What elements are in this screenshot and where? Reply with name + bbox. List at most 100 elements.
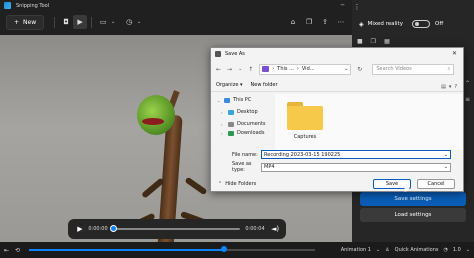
save-type-select[interactable]: MP4 ⌄: [261, 162, 451, 172]
plant-head: [137, 95, 175, 135]
close-icon[interactable]: ✕: [452, 50, 457, 57]
tree-item-downloads[interactable]: › Downloads: [211, 130, 275, 136]
snip-mode-icon[interactable]: ▭: [96, 15, 110, 29]
animation-label[interactable]: Animation 1: [341, 247, 371, 253]
skip-back-icon[interactable]: ⇤: [4, 247, 9, 254]
downloads-icon: [228, 130, 234, 136]
toolbar-right: ⌂ ❐ ⇪ ⋯: [286, 15, 348, 29]
search-placeholder: Search Videos: [376, 66, 412, 72]
computer-icon: [224, 97, 230, 103]
help-icon[interactable]: ?: [454, 84, 457, 90]
window-controls: ─: [335, 0, 350, 11]
layers-icon[interactable]: ❒: [371, 38, 376, 45]
breadcrumb-chevron-icon: ›: [272, 66, 275, 72]
video-player-controls: ▶ 0:00:00 0:00:04 ◄): [68, 219, 286, 239]
share-icon[interactable]: ⇪: [318, 15, 332, 29]
dialog-title: Save As: [225, 51, 245, 57]
breadcrumb-this-pc[interactable]: This ...: [277, 66, 294, 72]
chevron-right-icon[interactable]: ›: [221, 110, 225, 115]
up-arrow-icon[interactable]: ↑: [248, 66, 253, 73]
back-arrow-icon[interactable]: ←: [216, 66, 221, 73]
timer-icon[interactable]: ◷: [122, 15, 136, 29]
animation-timeline[interactable]: [29, 246, 316, 252]
hide-folders-label: Hide Folders: [225, 181, 257, 187]
more-icon[interactable]: ⋯: [334, 15, 348, 29]
chevron-down-icon[interactable]: ⌄: [344, 66, 348, 72]
chevron-up-icon[interactable]: ⌃: [465, 80, 470, 87]
title-bar: Snipping Tool ─: [0, 0, 352, 11]
loop-icon[interactable]: ⟲: [15, 247, 20, 254]
hide-folders-toggle[interactable]: ⌃ Hide Folders: [211, 181, 256, 187]
toolbar-divider: [54, 16, 56, 28]
camera-icon[interactable]: ◘: [59, 15, 73, 29]
organize-button[interactable]: Organize ▾: [216, 82, 243, 88]
square-icon[interactable]: ■: [357, 38, 363, 45]
folder-icon[interactable]: [287, 102, 323, 132]
tree-item-this-pc[interactable]: ⌄ This PC: [211, 94, 275, 106]
address-bar[interactable]: › This ... › Vid... ⌄: [259, 63, 352, 75]
grid-icon[interactable]: ▦: [384, 38, 390, 45]
plant-root: [184, 176, 208, 196]
chevron-down-icon[interactable]: ⌄: [376, 247, 380, 253]
speed-icon[interactable]: ◔: [443, 247, 447, 253]
minimize-icon[interactable]: ─: [335, 2, 350, 9]
panel-icon-row: ■ ❒ ▦: [357, 38, 390, 45]
total-time: 0:00:04: [245, 226, 265, 232]
documents-icon: [228, 121, 234, 127]
chevron-down-icon[interactable]: ⌄: [466, 247, 470, 253]
folder-label-captures[interactable]: Captures: [283, 134, 327, 140]
file-name-value: Recording 2023-03-15 190225: [264, 151, 341, 158]
chevron-up-icon: ⌃: [218, 181, 223, 187]
save-type-value: MP4: [264, 164, 275, 170]
save-settings-button[interactable]: Save settings: [360, 192, 466, 206]
video-camera-icon[interactable]: ▶: [73, 15, 88, 29]
file-name-label: File name:: [232, 151, 258, 158]
breadcrumb-chevron-icon: ›: [296, 66, 299, 72]
speed-value[interactable]: 1.0: [453, 247, 461, 253]
view-controls: ▤ ▾ ?: [441, 84, 457, 90]
chevron-right-icon[interactable]: ›: [221, 131, 225, 136]
screen: Snipping Tool ─ + New ◘ ▶ ▭ ⌄ ◷ ⌄ ⌂ ❐ ⇪ …: [0, 0, 474, 258]
mixed-reality-icon: ◈: [359, 20, 364, 28]
person-icon[interactable]: ♙: [385, 247, 389, 253]
volume-icon[interactable]: ◄): [268, 225, 282, 233]
dialog-title-bar: Save As ✕: [211, 48, 463, 60]
chevron-down-icon[interactable]: ▾: [449, 84, 452, 90]
new-folder-button[interactable]: New folder: [251, 82, 278, 88]
chevron-down-icon[interactable]: ⌄: [136, 15, 142, 29]
chevron-down-icon[interactable]: ⌄: [444, 164, 448, 170]
play-icon[interactable]: ▶: [73, 225, 87, 233]
more-icon[interactable]: ⋮: [352, 0, 362, 14]
breadcrumb-videos[interactable]: Vid...: [302, 66, 315, 72]
chevron-down-icon[interactable]: ⌄: [110, 15, 116, 29]
dialog-nav-bar: ← → ⌄ ↑ › This ... › Vid... ⌄ ↻ Search V…: [211, 60, 463, 78]
toolbar-divider: [91, 16, 93, 28]
seek-bar[interactable]: [110, 225, 240, 232]
copy-icon[interactable]: ❐: [302, 15, 316, 29]
timeline-thumb[interactable]: [220, 246, 227, 252]
file-name-input[interactable]: Recording 2023-03-15 190225 ⌄: [261, 150, 451, 159]
new-button[interactable]: + New: [6, 14, 45, 30]
mixed-reality-toggle[interactable]: [411, 20, 430, 28]
chevron-down-icon[interactable]: ⌄: [444, 152, 448, 158]
seek-thumb[interactable]: [110, 225, 117, 232]
file-name-row: File name: Recording 2023-03-15 190225 ⌄: [217, 150, 451, 159]
save-icon[interactable]: ⌂: [286, 15, 300, 29]
tree-item-desktop[interactable]: › Desktop: [211, 106, 275, 118]
search-input[interactable]: Search Videos ⌕: [372, 63, 455, 75]
quick-animations-label[interactable]: Quick Animations: [395, 247, 439, 253]
plus-icon: +: [14, 18, 20, 26]
chevron-down-icon[interactable]: ⌄: [238, 66, 242, 72]
toggle-state: Off: [434, 21, 444, 27]
cancel-button[interactable]: Cancel: [417, 179, 455, 189]
tree-item-documents[interactable]: › Documents: [211, 118, 275, 130]
load-settings-button[interactable]: Load settings: [360, 208, 466, 222]
folder-body: [287, 106, 323, 130]
save-type-label: Save as type:: [232, 161, 252, 173]
chevron-right-icon[interactable]: ›: [221, 122, 225, 127]
refresh-icon[interactable]: ↻: [357, 66, 362, 73]
forward-arrow-icon[interactable]: →: [227, 66, 232, 73]
list-icon[interactable]: ≡: [465, 96, 470, 103]
chevron-down-icon[interactable]: ⌄: [217, 98, 221, 103]
view-icon[interactable]: ▤: [441, 84, 446, 90]
